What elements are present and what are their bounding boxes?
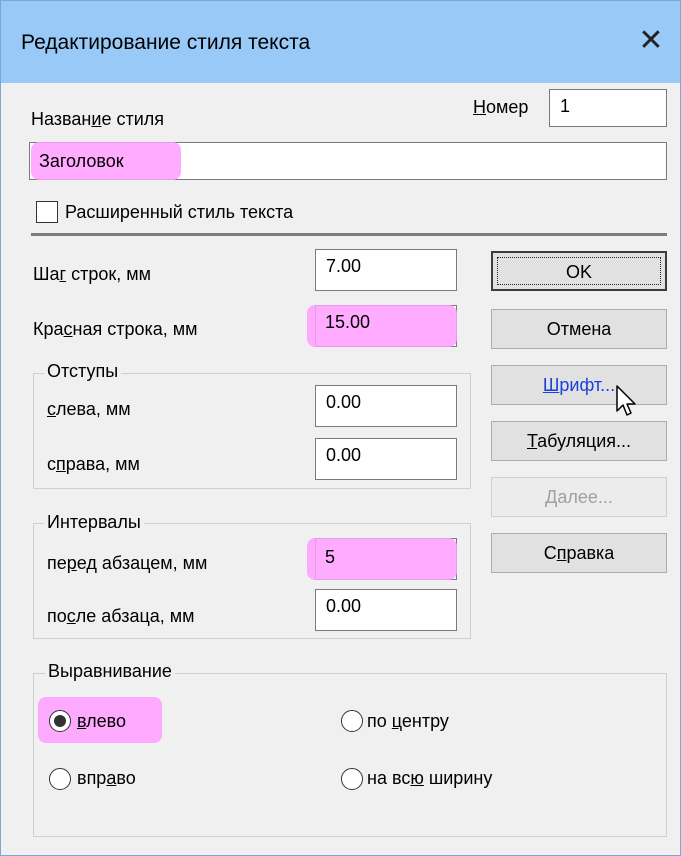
interval-after-field[interactable]: 0.00 bbox=[315, 589, 457, 631]
align-right-radio[interactable] bbox=[49, 768, 71, 790]
red-line-value: 15.00 bbox=[325, 312, 371, 332]
close-icon[interactable]: ✕ bbox=[631, 23, 671, 59]
title-bar: Редактирование стиля текста ✕ bbox=[1, 1, 680, 83]
cancel-button[interactable]: Отмена bbox=[491, 309, 667, 349]
align-center-label: по центру bbox=[367, 711, 449, 731]
red-line-label: Красная строка, мм bbox=[33, 319, 198, 339]
indent-right-label: справа, мм bbox=[47, 454, 140, 474]
help-button[interactable]: Справка bbox=[491, 533, 667, 573]
indent-right-field[interactable]: 0.00 bbox=[315, 438, 457, 480]
number-label: Номер bbox=[473, 97, 529, 117]
dialog-title: Редактирование стиля текста bbox=[21, 31, 311, 54]
indents-title: Отступы bbox=[44, 361, 122, 382]
tabulation-button[interactable]: Табуляция... bbox=[491, 421, 667, 461]
line-step-field[interactable]: 7.00 bbox=[315, 249, 457, 291]
align-left-label: влево bbox=[77, 711, 127, 731]
align-justify-radio[interactable] bbox=[341, 768, 363, 790]
align-right-label: вправо bbox=[77, 768, 136, 788]
next-button[interactable]: Далее... bbox=[491, 477, 667, 517]
extended-style-checkbox[interactable] bbox=[36, 201, 58, 223]
mouse-cursor-icon bbox=[616, 385, 636, 416]
interval-after-label: после абзаца, мм bbox=[47, 606, 195, 626]
align-justify-label: на всю ширину bbox=[367, 768, 493, 788]
interval-before-label: перед абзацем, мм bbox=[47, 553, 208, 573]
separator bbox=[31, 233, 667, 236]
indent-left-field[interactable]: 0.00 bbox=[315, 385, 457, 427]
number-field[interactable]: 1 bbox=[549, 89, 667, 127]
style-name-value: Заголовок bbox=[39, 151, 124, 171]
extended-style-label: Расширенный стиль текста bbox=[65, 202, 294, 222]
style-name-label: Название стиля bbox=[31, 109, 164, 129]
interval-before-value: 5 bbox=[325, 547, 336, 567]
ok-button[interactable]: OK bbox=[491, 251, 667, 291]
indent-left-label: слева, мм bbox=[47, 399, 131, 419]
line-step-label: Шаг строк, мм bbox=[33, 264, 151, 284]
alignment-title: Выравнивание bbox=[45, 661, 175, 682]
style-dialog: Редактирование стиля текста ✕ Название с… bbox=[0, 0, 681, 856]
align-center-radio[interactable] bbox=[341, 710, 363, 732]
intervals-title: Интервалы bbox=[44, 512, 144, 533]
align-left-radio[interactable] bbox=[49, 710, 71, 732]
